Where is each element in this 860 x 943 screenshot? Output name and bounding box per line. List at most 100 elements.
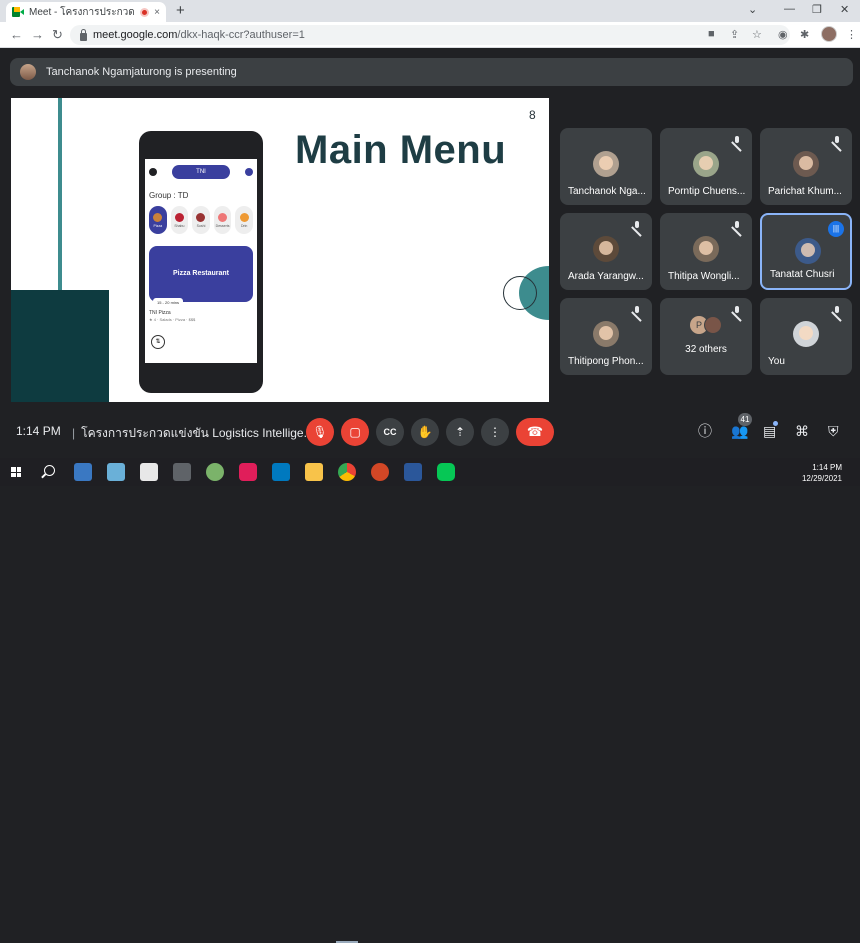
windows-taskbar: 1:14 PM 12/29/2021 [0, 458, 860, 943]
participant-avatar [593, 236, 619, 262]
camera-off-icon: ▢ [349, 425, 361, 439]
new-tab-button[interactable]: + [176, 2, 185, 20]
mic-off-icon [732, 221, 742, 232]
info-icon[interactable]: ⓘ [698, 423, 712, 439]
file-explorer-icon[interactable] [305, 463, 323, 481]
participant-tile[interactable]: Tanchanok Nga... [560, 128, 652, 205]
recording-icon [140, 7, 150, 17]
tab-close-icon[interactable]: × [154, 7, 160, 18]
more-options-button[interactable]: ⋮ [481, 418, 509, 446]
mic-off-icon [732, 306, 742, 317]
profile-avatar[interactable] [821, 26, 837, 42]
share-icon[interactable]: ⇪ [730, 28, 739, 41]
menu-icon[interactable]: ⋮ [846, 28, 857, 41]
speaking-indicator-icon: ||| [828, 221, 844, 237]
participant-avatar [793, 151, 819, 177]
powerpoint-icon[interactable] [371, 463, 389, 481]
present-button[interactable]: ⇡ [446, 418, 474, 446]
presentation-slide: 8 Main Menu TNI Group : TD Pizza Shabu S… [11, 98, 549, 402]
leave-call-button[interactable]: ☎ [516, 418, 554, 446]
phone-profile-icon [149, 168, 157, 176]
search-icon[interactable] [44, 465, 55, 476]
url-text: meet.google.com/dkx-haqk-ccr?authuser=1 [93, 29, 305, 41]
camera-icon[interactable]: ■ [708, 28, 715, 40]
windows-start-icon[interactable] [11, 467, 21, 477]
participant-name: Thitipa Wongli... [668, 271, 740, 282]
restore-button[interactable]: ❐ [812, 3, 822, 16]
mic-off-icon [632, 221, 642, 232]
edge-browser-icon[interactable] [107, 463, 125, 481]
phone-screen: TNI Group : TD Pizza Shabu Sushi Dessert… [145, 159, 257, 373]
self-tile[interactable]: You [760, 298, 852, 375]
minimize-button[interactable]: — [784, 3, 795, 15]
mic-off-icon [832, 136, 842, 147]
reload-button[interactable]: ↻ [52, 27, 63, 43]
participant-tile[interactable]: Thitipong Phon... [560, 298, 652, 375]
phone-restaurant-card: Pizza Restaurant 15 - 20 mins [149, 246, 253, 308]
phone-category: Drin [235, 206, 253, 234]
participant-tile[interactable]: Parichat Khum... [760, 128, 852, 205]
trello-icon[interactable] [272, 463, 290, 481]
participant-avatar [795, 238, 821, 264]
participant-tile-active[interactable]: ||| Tanatat Chusri [760, 213, 852, 290]
raise-hand-button[interactable]: ✋ [411, 418, 439, 446]
bookmark-star-icon[interactable]: ☆ [752, 28, 762, 41]
participant-name: Thitipong Phon... [568, 356, 644, 367]
participant-tile[interactable]: Thitipa Wongli... [660, 213, 752, 290]
others-count: 32 others [685, 344, 727, 355]
slide-accent-bar [58, 98, 62, 294]
back-button[interactable]: ← [10, 27, 23, 43]
word-icon[interactable] [404, 463, 422, 481]
calculator-icon[interactable] [173, 463, 191, 481]
phone-category: Pizza [149, 206, 167, 234]
participant-tile[interactable]: Arada Yarangw... [560, 213, 652, 290]
slide-page-number: 8 [529, 108, 536, 122]
participant-avatar [593, 151, 619, 177]
activities-icon[interactable]: ⌘ [795, 423, 809, 439]
mic-off-icon [632, 306, 642, 317]
presenter-avatar [20, 64, 36, 80]
present-screen-icon: ⇡ [454, 425, 466, 439]
captions-button[interactable]: CC [376, 418, 404, 446]
more-vert-icon: ⋮ [489, 425, 501, 439]
phone-pill: TNI [172, 165, 230, 179]
forward-button[interactable]: → [31, 27, 44, 43]
screenshot-icon[interactable]: ◉ [778, 28, 788, 41]
hand-icon: ✋ [417, 425, 433, 439]
mic-toggle-button[interactable]: 🎙 [306, 418, 334, 446]
participant-tile[interactable]: Porntip Chuens... [660, 128, 752, 205]
reader-app-icon[interactable] [140, 463, 158, 481]
taskbar-clock[interactable]: 1:14 PM 12/29/2021 [802, 462, 842, 484]
slide-title: Main Menu [295, 128, 507, 172]
participant-count-badge: 41 [738, 413, 752, 426]
host-controls-icon[interactable]: ⛨ [828, 423, 839, 439]
tab-title: Meet - โครงการประกวดแข่งขัน [29, 6, 135, 18]
slide-dark-block [11, 290, 109, 402]
browser-tab-meet[interactable]: Meet - โครงการประกวดแข่งขัน × [6, 2, 166, 22]
others-tile[interactable]: P 32 others [660, 298, 752, 375]
presenting-banner: Tanchanok Ngamjaturong is presenting [10, 58, 853, 86]
chat-notification-dot [773, 421, 778, 426]
slack-icon[interactable] [239, 463, 257, 481]
phone-nav-bar [145, 363, 257, 373]
phone-filter-icon: ⇅ [151, 335, 165, 349]
meeting-clock: 1:14 PM [16, 424, 61, 438]
browser-tab-strip: Meet - โครงการประกวดแข่งขัน × + ⌄ — ❐ ✕ [0, 0, 860, 22]
mic-off-icon: 🎙 [312, 425, 328, 439]
phone-category: Desserts [213, 206, 232, 234]
chrome-icon[interactable] [338, 463, 356, 481]
participant-name: Tanatat Chusri [770, 269, 835, 280]
captions-icon: CC [383, 427, 397, 437]
extensions-icon[interactable]: ✱ [800, 28, 809, 41]
participant-avatar [693, 151, 719, 177]
tab-search-icon[interactable]: ⌄ [748, 3, 757, 16]
address-bar[interactable]: meet.google.com/dkx-haqk-ccr?authuser=1 [70, 25, 790, 45]
meet-logo-icon [12, 7, 24, 17]
participant-avatar [593, 321, 619, 347]
camera-toggle-button[interactable]: ▢ [341, 418, 369, 446]
self-avatar [793, 321, 819, 347]
task-view-icon[interactable] [74, 463, 92, 481]
close-window-button[interactable]: ✕ [840, 3, 849, 16]
line-app-icon[interactable] [437, 463, 455, 481]
maps-app-icon[interactable] [206, 463, 224, 481]
